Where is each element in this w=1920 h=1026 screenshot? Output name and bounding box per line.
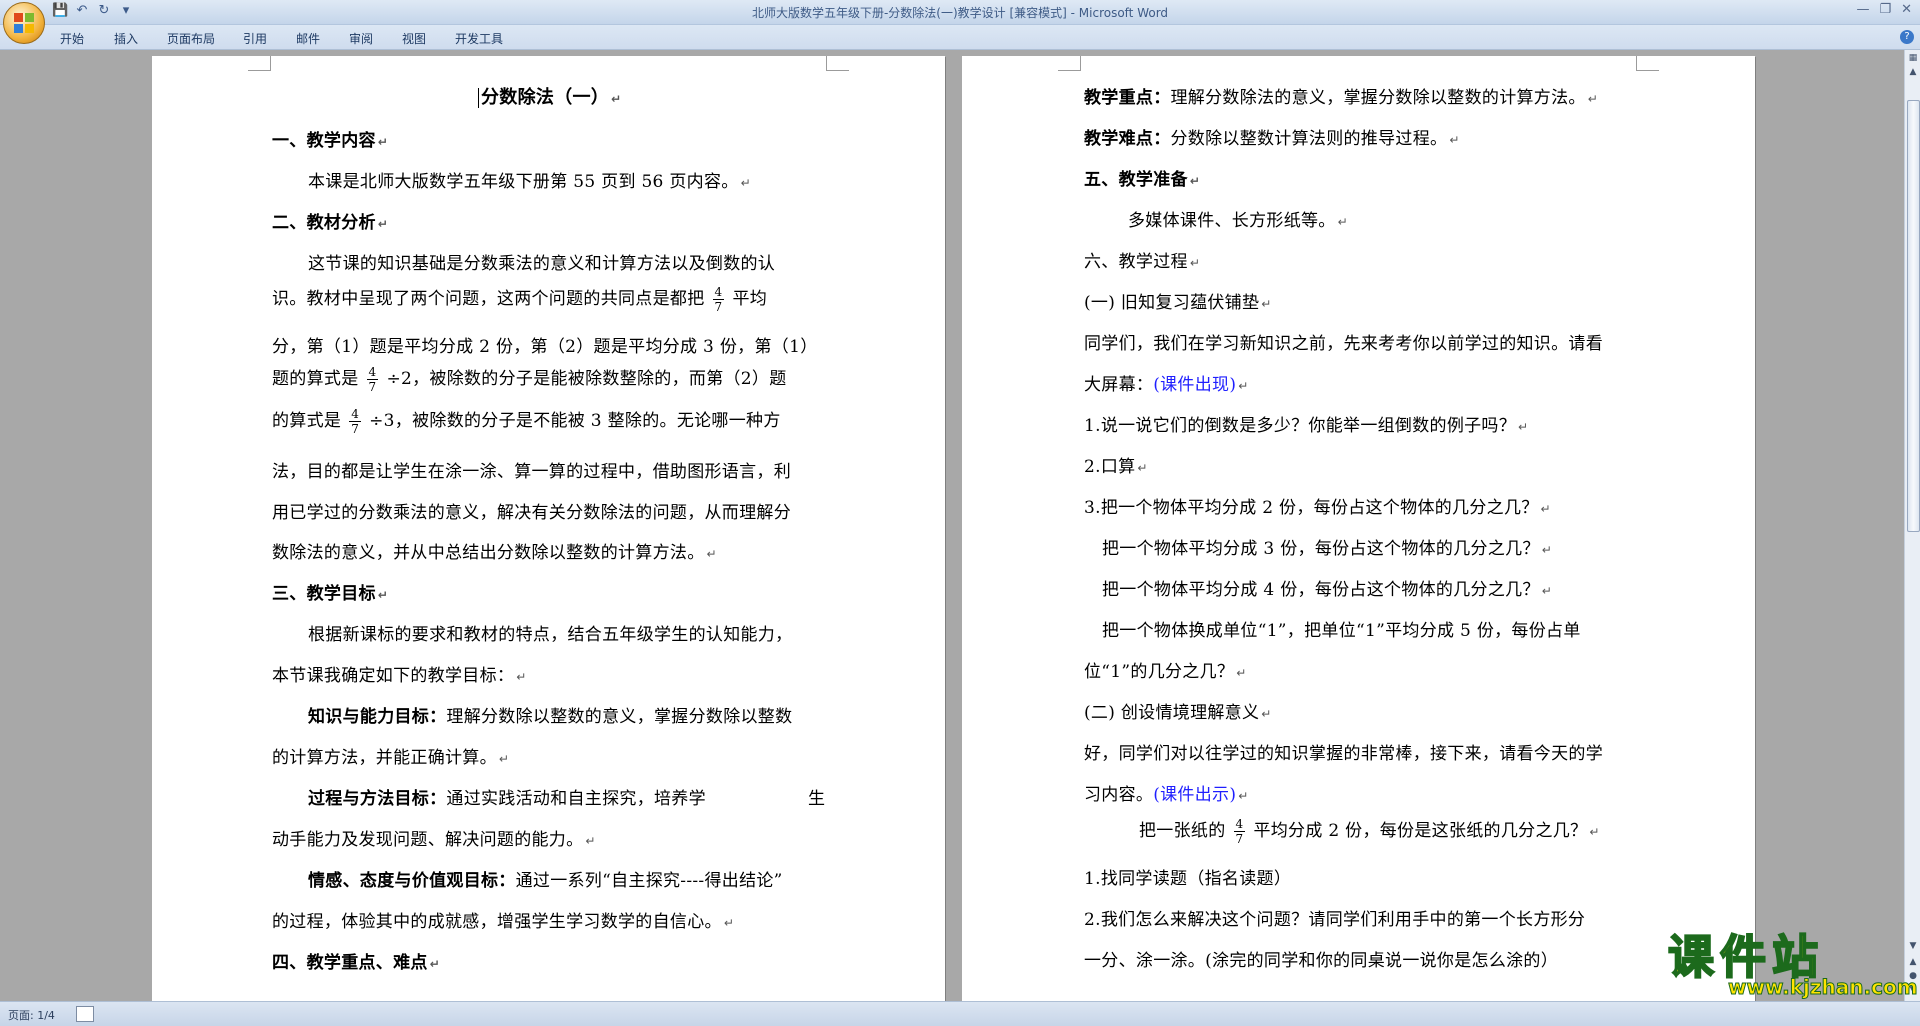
paragraph: 教学重点：理解分数除法的意义，掌握分数除以整数的计算方法。 ↵ <box>1084 88 1599 108</box>
paragraph: 这节课的知识基础是分数乘法的意义和计算方法以及倒数的认 <box>308 254 776 274</box>
courseware-link: (课件出现) <box>1153 375 1237 395</box>
restore-icon[interactable]: ❐ <box>1879 2 1891 17</box>
help-icon[interactable]: ? <box>1900 30 1914 44</box>
paragraph: 大屏幕：(课件出现) ↵ <box>1084 375 1249 395</box>
paragraph: 把一个物体平均分成 4 份，每份占这个物体的几分之几？ ↵ <box>1102 580 1553 600</box>
paragraph: 1.说一说它们的倒数是多少？你能举一组倒数的例子吗？ ↵ <box>1084 416 1529 436</box>
paragraph: 知识与能力目标：理解分数除以整数的意义，掌握分数除以整数 <box>308 707 793 727</box>
close-icon[interactable]: ✕ <box>1901 2 1912 17</box>
document-title: 北师大版数学五年级下册-分数除法(一)教学设计 [兼容模式] <box>751 6 1067 20</box>
paragraph: (一) 旧知复习蕴伏铺垫 ↵ <box>1084 293 1272 313</box>
paragraph: 动手能力及发现问题、解决问题的能力。 ↵ <box>272 830 596 850</box>
scroll-down-icon[interactable]: ▼ <box>1907 940 1919 952</box>
page-count[interactable]: 页面: 1/4 <box>8 1007 55 1023</box>
tab-page-layout[interactable]: 页面布局 <box>167 30 215 47</box>
paragraph: 生 <box>808 789 826 809</box>
ribbon-tabs: 开始 插入 页面布局 引用 邮件 审阅 视图 开发工具 ? <box>0 25 1920 50</box>
paragraph: 法，目的都是让学生在涂一涂、算一算的过程中，借助图形语言，利 <box>272 462 791 482</box>
minimize-icon[interactable]: — <box>1856 2 1869 17</box>
paragraph: 过程与方法目标：通过实践活动和自主探究，培养学 <box>308 789 706 809</box>
ruler-toggle-icon[interactable]: ▦ <box>1907 52 1919 64</box>
paragraph: 把一个物体平均分成 3 份，每份占这个物体的几分之几？ ↵ <box>1102 539 1553 559</box>
heading: 二、教材分析 ↵ <box>272 213 389 233</box>
paragraph: 3.把一个物体平均分成 2 份，每份占这个物体的几分之几？ ↵ <box>1084 498 1551 518</box>
fraction: 47 <box>349 407 362 436</box>
document-page-2[interactable]: 教学重点：理解分数除法的意义，掌握分数除以整数的计算方法。 ↵ 教学难点：分数除以… <box>962 56 1755 1001</box>
window-title: 北师大版数学五年级下册-分数除法(一)教学设计 [兼容模式] - Microso… <box>751 6 1169 20</box>
paragraph: 教学难点：分数除以整数计算法则的推导过程。 ↵ <box>1084 129 1460 149</box>
document-page-1[interactable]: 分数除法（一） ↵ 一、教学内容 ↵ 本课是北师大版数学五年级下册第 55 页到 5… <box>152 56 945 1001</box>
paragraph: 分，第（1）题是平均分成 2 份，第（2）题是平均分成 3 份，第（1） <box>272 337 818 357</box>
title-bar: 💾 ↶ ↻ ▾ 北师大版数学五年级下册-分数除法(一)教学设计 [兼容模式] -… <box>0 0 1920 25</box>
document-workspace[interactable]: 分数除法（一） ↵ 一、教学内容 ↵ 本课是北师大版数学五年级下册第 55 页到 5… <box>0 50 1904 1001</box>
paragraph: 多媒体课件、长方形纸等。 ↵ <box>1128 211 1348 231</box>
heading: 三、教学目标 ↵ <box>272 584 389 604</box>
paragraph: 本课是北师大版数学五年级下册第 55 页到 56 页内容。 ↵ <box>308 172 751 192</box>
paragraph: 的算式是 4 7 ÷3，被除数的分子是不能被 3 整除的。无论哪一种方 <box>272 407 781 436</box>
heading: 五、教学准备 ↵ <box>1084 170 1201 190</box>
office-button[interactable] <box>3 2 45 44</box>
paragraph: (二) 创设情境理解意义 ↵ <box>1084 703 1272 723</box>
heading: 六、教学过程 ↵ <box>1084 252 1201 272</box>
courseware-link: (课件出示) <box>1153 785 1237 805</box>
page-title: 分数除法（一） ↵ <box>478 83 621 109</box>
tab-developer[interactable]: 开发工具 <box>455 30 503 47</box>
vertical-scrollbar[interactable]: ▦ ▲ ▼ ▲ ● ▼ <box>1904 50 1920 1001</box>
paragraph: 好，同学们对以往学过的知识掌握的非常棒，接下来，请看今天的学 <box>1084 744 1603 764</box>
fraction: 47 <box>366 365 379 394</box>
office-logo-icon <box>14 13 34 33</box>
paragraph: 习内容。(课件出示) ↵ <box>1084 785 1249 805</box>
scrollbar-thumb[interactable] <box>1907 100 1920 532</box>
paragraph: 把一个物体换成单位“1”，把单位“1”平均分成 5 份，每份占单 <box>1102 621 1581 641</box>
paragraph: 同学们，我们在学习新知识之前，先来考考你以前学过的知识。请看 <box>1084 334 1603 354</box>
heading: 一、教学内容 ↵ <box>272 131 389 151</box>
paragraph: 2.我们怎么来解决这个问题？请同学们利用手中的第一个长方形分 <box>1084 910 1586 930</box>
paragraph: 用已学过的分数乘法的意义，解决有关分数除法的问题，从而理解分 <box>272 503 791 523</box>
paragraph: 的计算方法，并能正确计算。 ↵ <box>272 748 510 768</box>
watermark-url: www.kjzhan.com <box>1728 975 1919 1000</box>
crop-mark <box>248 56 271 71</box>
status-bar: 页面: 1/4 <box>0 1001 1920 1026</box>
paragraph: 题的算式是 4 7 ÷2，被除数的分子是能被除数整除的，而第（2）题 <box>272 365 787 394</box>
tab-references[interactable]: 引用 <box>243 30 267 47</box>
paragraph: 识。教材中呈现了两个问题，这两个问题的共同点是都把 4 7 平均 <box>272 285 768 314</box>
tab-review[interactable]: 审阅 <box>349 30 373 47</box>
site-watermark: 课件站 www.kjzhan.com <box>1667 921 1918 1001</box>
previous-page-icon[interactable]: ▲ <box>1907 956 1919 968</box>
crop-mark <box>1636 56 1659 71</box>
tab-insert[interactable]: 插入 <box>114 30 138 47</box>
tab-home[interactable]: 开始 <box>60 30 84 47</box>
paragraph: 1.找同学读题（指名读题） <box>1084 869 1292 889</box>
paragraph: 数除法的意义，并从中总结出分数除以整数的计算方法。 ↵ <box>272 543 717 563</box>
fraction: 47 <box>712 285 725 314</box>
paragraph: 把一张纸的 4 7 平均分成 2 份，每份是这张纸的几分之几？ ↵ <box>1139 817 1600 846</box>
tab-mailings[interactable]: 邮件 <box>296 30 320 47</box>
heading: 四、教学重点、难点 ↵ <box>272 953 441 973</box>
paragraph: 的过程，体验其中的成就感，增强学生学习数学的自信心。 ↵ <box>272 912 735 932</box>
text-cursor <box>478 88 479 108</box>
proofing-icon[interactable] <box>76 1006 94 1022</box>
crop-mark <box>1058 56 1081 71</box>
scroll-up-icon[interactable]: ▲ <box>1907 66 1919 78</box>
fraction: 47 <box>1233 817 1246 846</box>
paragraph: 位“1”的几分之几？ ↵ <box>1084 662 1247 682</box>
app-name: Microsoft Word <box>1078 6 1169 20</box>
paragraph: 情感、态度与价值观目标：通过一系列“自主探究----得出结论” <box>308 871 783 891</box>
crop-mark <box>826 56 849 71</box>
tab-view[interactable]: 视图 <box>402 30 426 47</box>
paragraph: 根据新课标的要求和教材的特点，结合五年级学生的认知能力， <box>308 625 793 645</box>
paragraph: 一分、涂一涂。(涂完的同学和你的同桌说一说你是怎么涂的） <box>1084 951 1559 971</box>
paragraph: 2.口算 ↵ <box>1084 457 1148 477</box>
paragraph: 本节课我确定如下的教学目标： ↵ <box>272 666 527 686</box>
